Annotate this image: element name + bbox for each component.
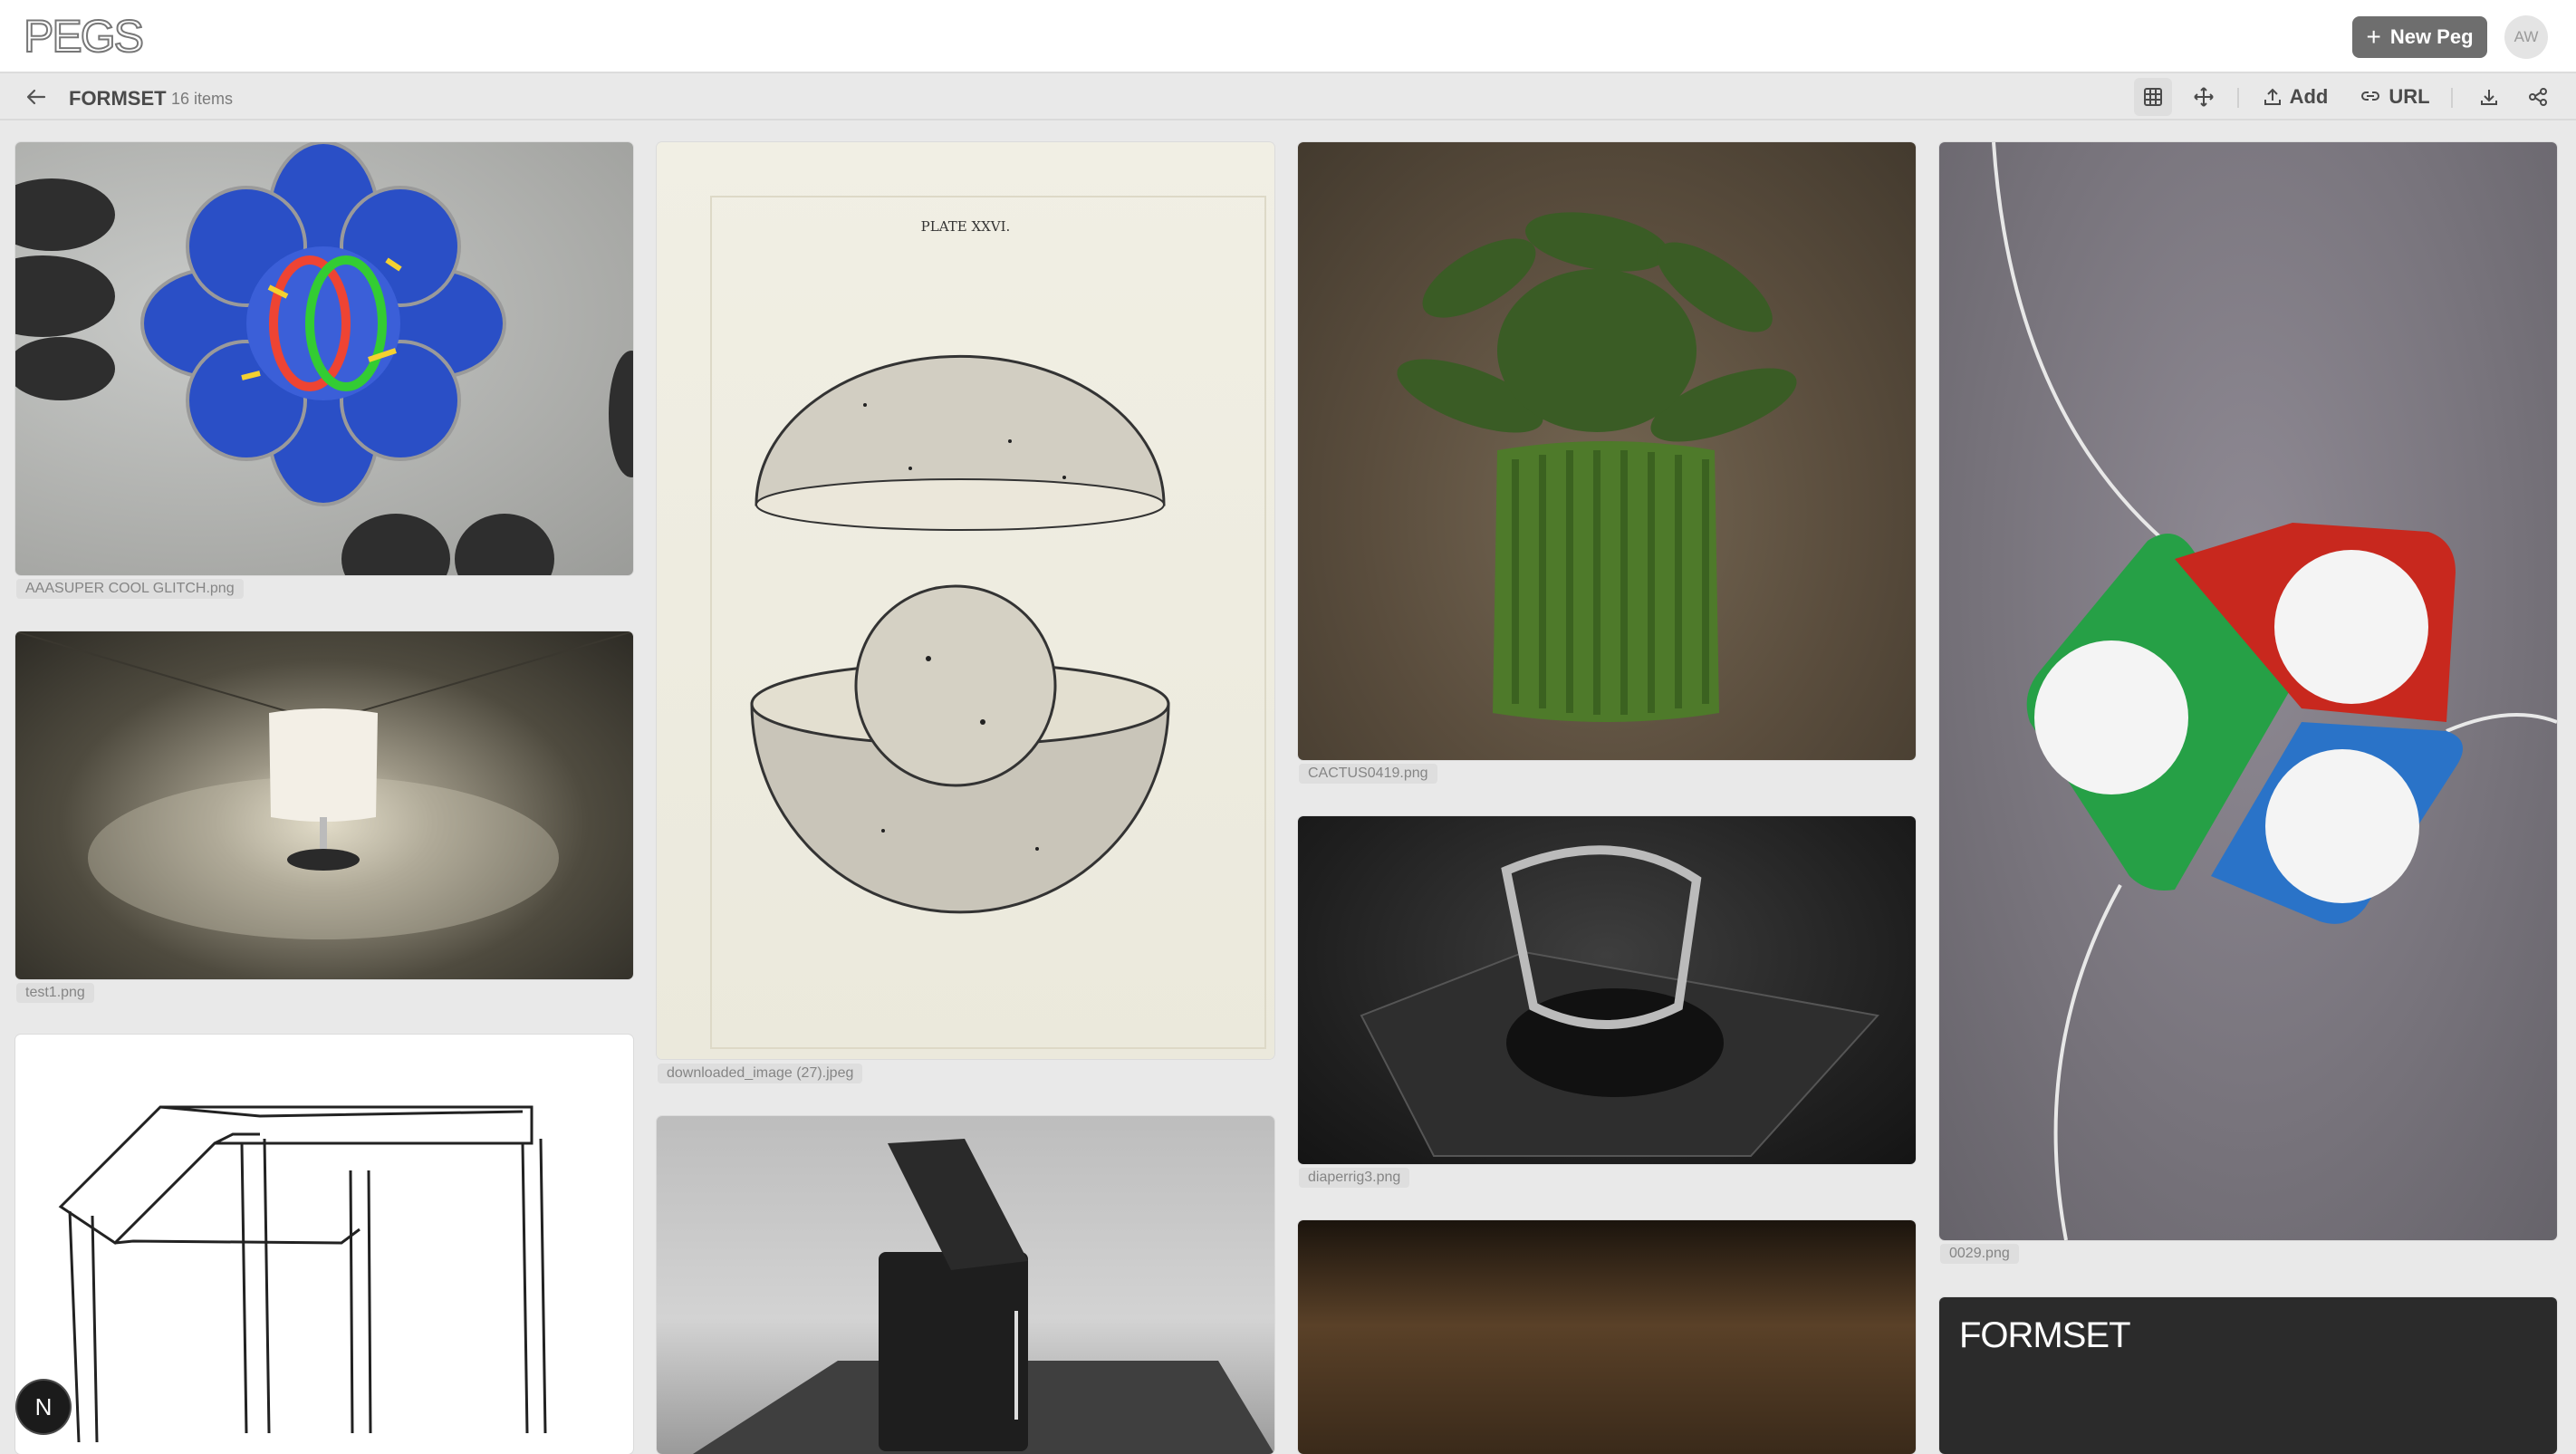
link-icon [2361,91,2380,101]
image-card[interactable] [1298,142,1916,760]
card-caption: CACTUS0419.png [1299,764,1437,784]
divider [2237,88,2239,108]
device-render-image [693,1139,1274,1454]
new-peg-button[interactable]: + New Peg [2352,16,2487,58]
grid-view-button[interactable] [2134,78,2172,116]
share-button[interactable] [2520,78,2556,116]
dev-tools-badge[interactable]: N [17,1381,70,1433]
lamp-image [15,631,633,939]
share-icon [2529,88,2547,106]
download-icon [2481,90,2497,105]
avatar[interactable]: AW [2504,15,2548,59]
plus-icon: + [2366,23,2381,51]
free-layout-button[interactable] [2185,78,2223,116]
glitch-flower-image [15,142,633,575]
download-button[interactable] [2471,78,2507,116]
frame-drawing-image [58,1105,547,1443]
image-card[interactable] [15,631,633,979]
image-card[interactable] [15,142,633,575]
board-title: FORMSET [69,87,167,110]
move-icon [2194,87,2214,107]
url-label: URL [2389,85,2430,108]
item-count: 16 items [171,90,234,108]
new-peg-label: New Peg [2389,25,2474,48]
image-card[interactable] [15,1035,633,1454]
image-card[interactable]: PLATE XXVI. [657,142,1274,1059]
upload-icon [2264,88,2281,105]
add-label: Add [2289,85,2329,108]
rig-render-image [1360,845,1879,1157]
divider [2451,88,2453,108]
card-caption: 0029.png [1940,1244,2019,1264]
image-card[interactable] [1939,142,2557,1240]
grid-icon [2144,88,2162,106]
board-toolbar: FORMSET 16 items Add URL [0,73,2576,120]
engraving-image [710,196,1266,1049]
formset-logo-text: FORMSET [1959,1315,2131,1355]
url-button[interactable]: URL [2357,78,2433,116]
card-caption: diaperrig3.png [1299,1168,1410,1188]
image-card[interactable] [1298,1220,1916,1454]
app-logo[interactable]: PEGS [23,12,145,61]
card-caption: test1.png [16,983,94,1003]
back-arrow-icon[interactable] [20,82,53,111]
top-bar: PEGS + New Peg AW [0,0,2576,73]
image-card[interactable]: FORMSET [1939,1297,2557,1454]
add-button[interactable]: Add [2259,78,2331,116]
image-card[interactable] [657,1116,1274,1454]
plant-render-image [1397,212,1797,722]
rgb-light-render-image [1992,142,2557,1240]
image-card[interactable] [1298,816,1916,1164]
card-caption: downloaded_image (27).jpeg [658,1064,863,1083]
card-caption: AAASUPER COOL GLITCH.png [16,579,244,599]
plate-label: PLATE XXVI. [920,218,1011,235]
